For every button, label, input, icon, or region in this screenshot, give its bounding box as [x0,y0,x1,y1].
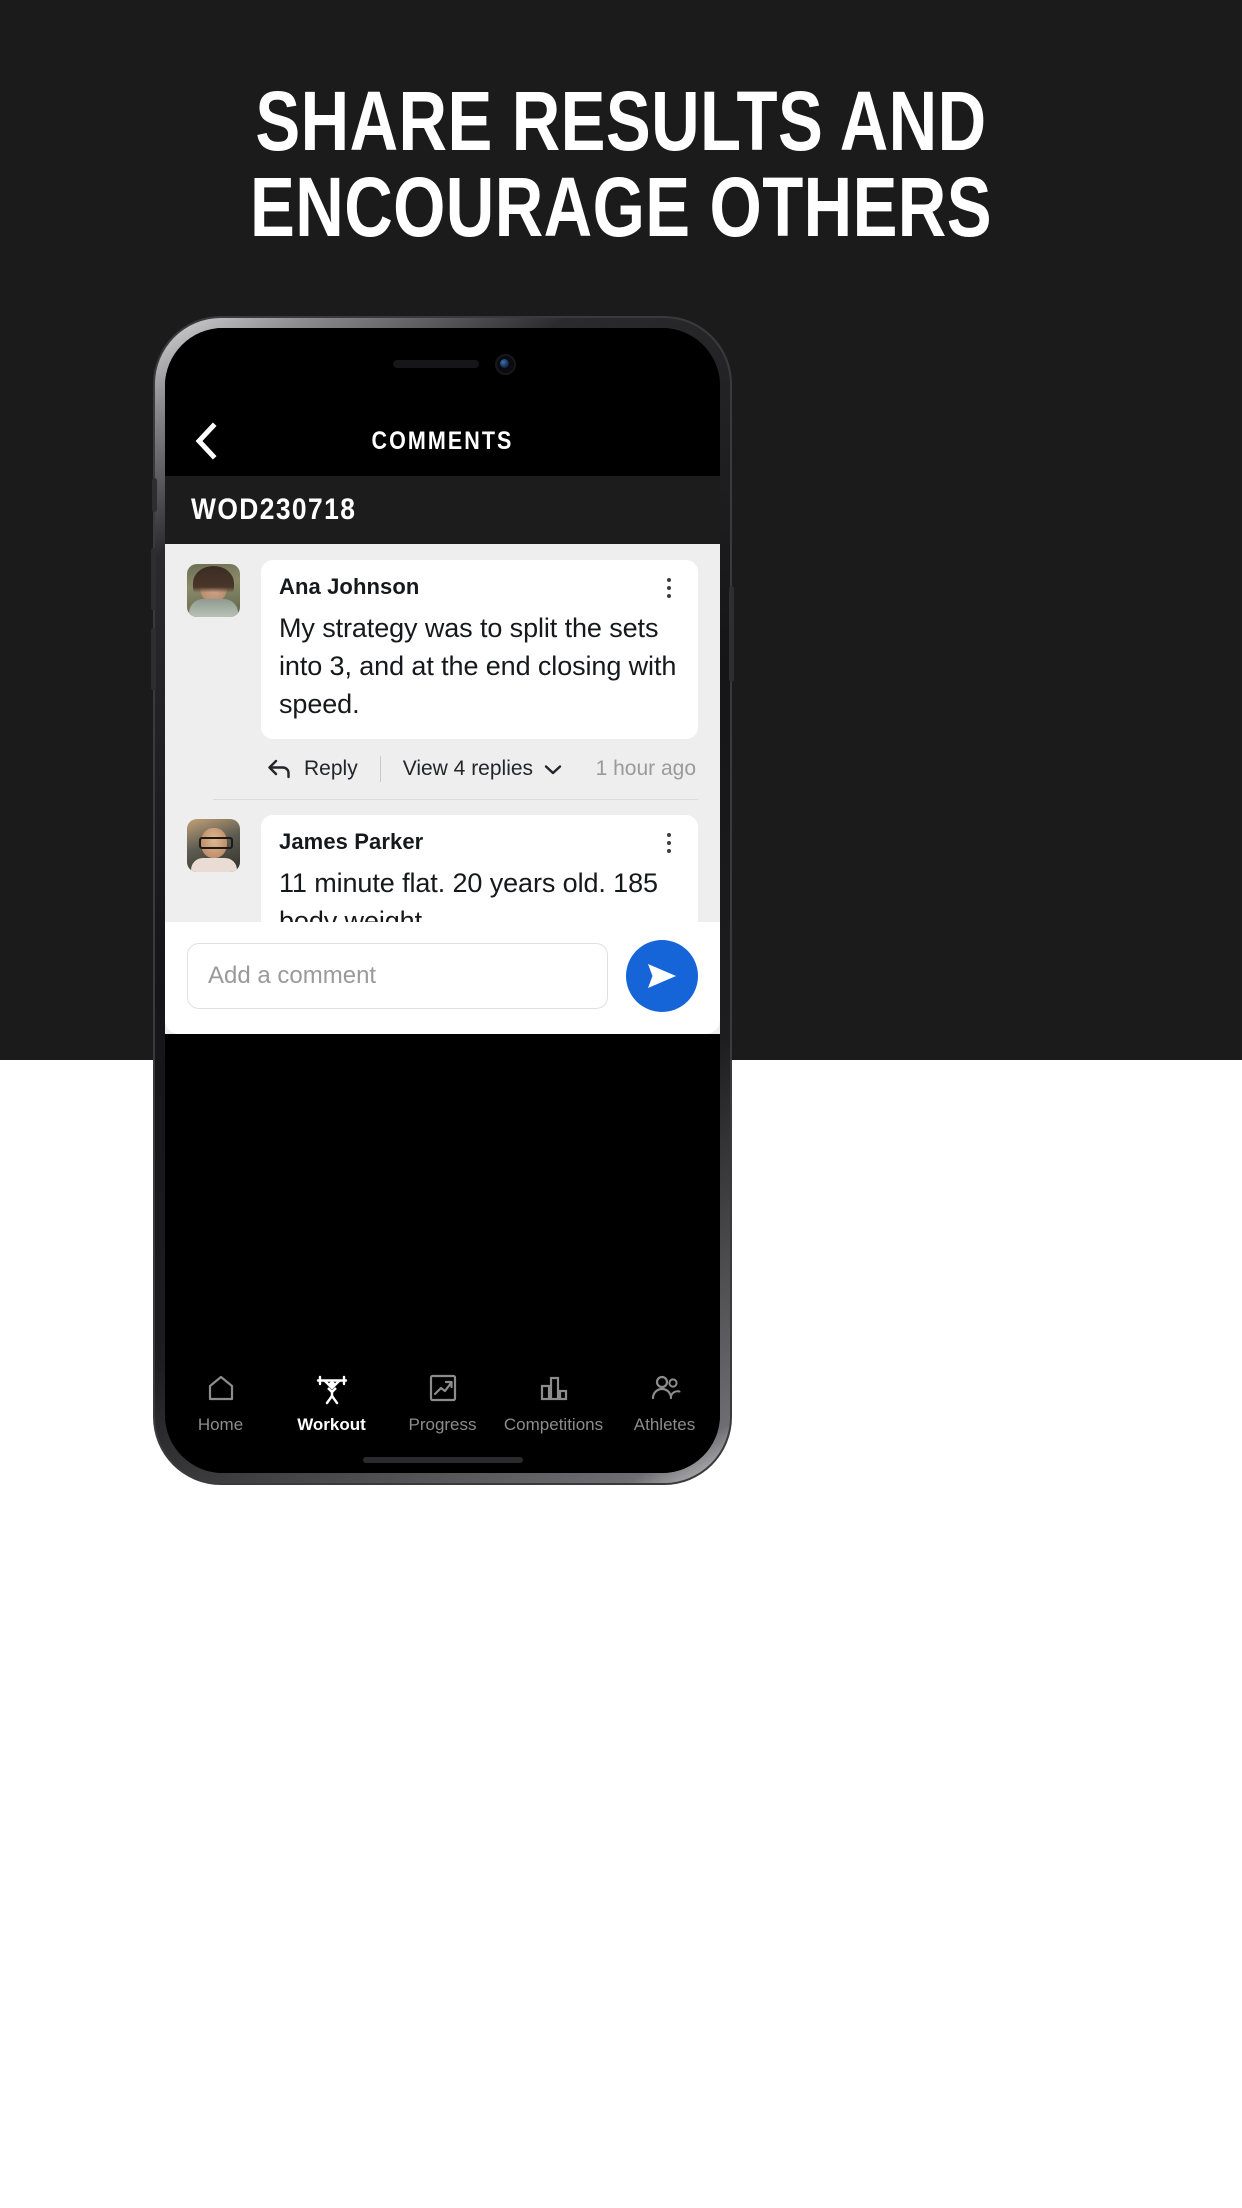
earpiece-speaker [392,360,479,368]
action-divider [379,756,381,782]
tab-progress[interactable]: Progress [387,1371,498,1435]
comment-composer: Add a comment [165,922,720,1034]
app-navbar: COMMENTS [165,406,720,476]
comment-bubble: Ana Johnson My strategy was to split the… [261,560,698,739]
volume-up-button [151,548,156,610]
kebab-menu-icon[interactable] [658,575,680,601]
hero-headline: SHARE RESULTS AND ENCOURAGE OTHERS [124,78,1118,250]
comment-actions: Reply View 4 replies 1 hour ago [261,739,698,799]
comment-item: Ana Johnson My strategy was to split the… [165,544,720,799]
reply-arrow-icon [268,759,290,779]
comments-list[interactable]: Ana Johnson My strategy was to split the… [165,544,720,1034]
bar-chart-icon [538,1371,570,1405]
phone-screen: COMMENTS WOD230718 Ana Johnson My strate… [165,328,720,1473]
comment-body: Ana Johnson My strategy was to split the… [261,560,698,799]
headline-line-1: SHARE RESULTS AND [255,74,987,168]
avatar[interactable] [187,564,240,617]
view-replies-button[interactable]: View 4 replies [403,757,563,781]
tab-label: Home [197,1415,244,1434]
wod-header: WOD230718 [165,476,720,544]
comment-header: James Parker [279,829,680,856]
volume-down-button [151,628,156,690]
trending-up-icon [427,1371,459,1405]
device-notch-area [165,328,720,406]
screenshot-root: SHARE RESULTS AND ENCOURAGE OTHERS COMME… [0,0,1242,2208]
home-icon [205,1371,237,1405]
tab-label: Competitions [503,1415,604,1434]
comment-author: Ana Johnson [279,574,420,599]
wod-title: WOD230718 [191,493,357,526]
power-button [729,586,734,682]
send-button[interactable] [626,940,698,1012]
home-indicator [362,1457,523,1463]
reply-label: Reply [304,757,358,780]
tab-workout[interactable]: Workout [276,1371,387,1435]
comment-header: Ana Johnson [279,574,680,601]
weightlifter-icon [315,1371,349,1405]
comment-author: James Parker [279,829,424,854]
avatar[interactable] [187,819,240,872]
front-camera-icon [495,354,516,375]
comment-text: My strategy was to split the sets into 3… [279,613,677,719]
people-icon [648,1371,682,1405]
mute-switch [152,478,157,512]
kebab-menu-icon[interactable] [658,830,680,856]
tab-competitions[interactable]: Competitions [498,1371,609,1435]
tab-home[interactable]: Home [165,1371,276,1435]
comment-input[interactable]: Add a comment [187,943,608,1009]
phone-mockup: COMMENTS WOD230718 Ana Johnson My strate… [151,318,734,1483]
comment-timestamp: 1 hour ago [595,757,696,780]
chevron-down-icon [543,763,563,776]
bottom-tab-bar: Home Workout Progress Competitions Athle… [165,1353,720,1473]
page-title: COMMENTS [371,426,514,455]
tab-label: Workout [297,1415,366,1434]
tab-label: Progress [408,1415,477,1434]
send-icon [648,964,676,988]
reply-button[interactable]: Reply [267,757,358,781]
headline-line-2: ENCOURAGE OTHERS [250,160,992,254]
tab-label: Athletes [633,1415,696,1434]
tab-athletes[interactable]: Athletes [609,1371,720,1435]
view-replies-label: View 4 replies [402,757,534,780]
